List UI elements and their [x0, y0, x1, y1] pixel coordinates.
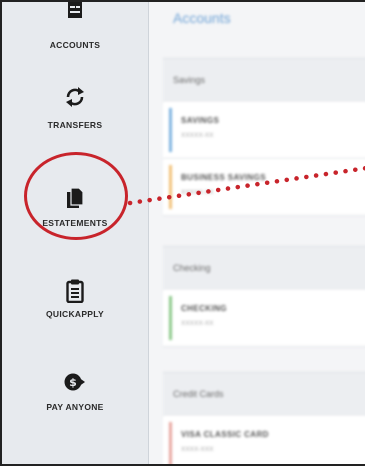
account-color-bar [169, 296, 172, 340]
group-header-savings: Savings [163, 58, 365, 103]
sidebar-item-label: TRANSFERS [47, 120, 103, 130]
group-header-credit-cards: Credit Cards [163, 372, 365, 417]
account-row-checking[interactable]: CHECKING XXXXX-XX [163, 290, 365, 347]
page-title: Accounts [173, 10, 231, 26]
group-header-checking: Checking [163, 246, 365, 291]
card-stack-icon [68, 2, 82, 18]
sidebar-item-label: ACCOUNTS [49, 40, 101, 50]
clipboard-icon [66, 279, 84, 303]
pay-person-icon: $ [64, 373, 85, 391]
svg-text:$: $ [69, 376, 77, 389]
account-color-bar [169, 165, 172, 209]
account-color-bar [169, 422, 172, 464]
account-color-bar [169, 108, 172, 152]
sidebar-item-transfers[interactable]: TRANSFERS [2, 86, 148, 130]
sidebar-item-accounts[interactable]: ACCOUNTS [2, 2, 148, 50]
sidebar-item-label: PAY ANYONE [46, 402, 104, 412]
highlight-circle [24, 152, 128, 240]
app-frame: ACCOUNTS TRANSFERS ESTATEMENTS QUICKAPPL… [0, 0, 365, 466]
account-row-business-savings[interactable]: BUSINESS SAVINGS XXXXX-XX [163, 159, 365, 216]
accounts-panel: Accounts Savings SAVINGS XXXXX-XX BUSINE… [149, 2, 365, 464]
sidebar-item-label: QUICKAPPLY [46, 309, 104, 319]
account-row-visa-classic[interactable]: VISA CLASSIC CARD XXXX-XXX [163, 416, 365, 464]
refresh-arrows-icon [66, 87, 84, 107]
sidebar-item-quickapply[interactable]: QUICKAPPLY [2, 279, 148, 319]
sidebar-item-pay-anyone[interactable]: $ PAY ANYONE [2, 372, 148, 412]
account-row-savings[interactable]: SAVINGS XXXXX-XX [163, 102, 365, 159]
